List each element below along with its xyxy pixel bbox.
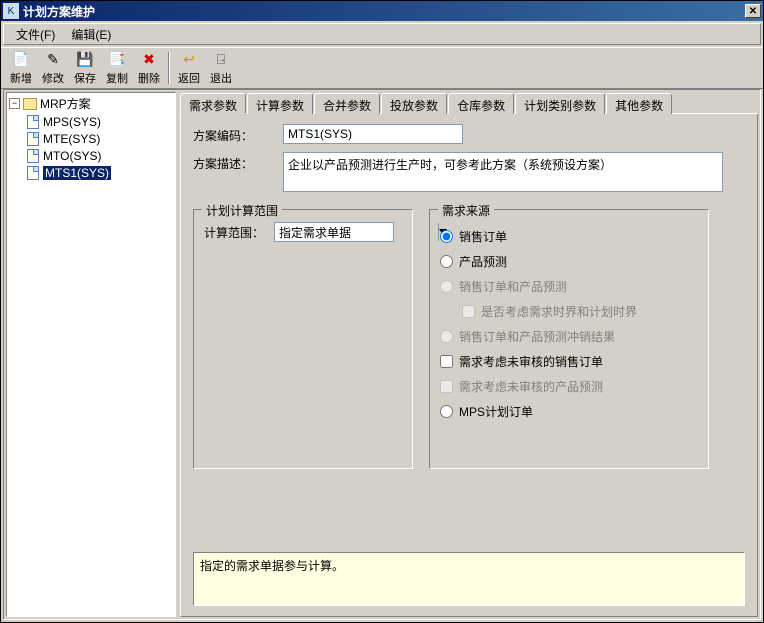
new-icon: 📄 [12, 51, 30, 69]
tree-children: MPS(SYS) MTE(SYS) MTO(SYS) MTS1(SYS) [27, 114, 173, 181]
toolbar-new[interactable]: 📄 新增 [5, 49, 37, 87]
tab-strip: 需求参数 计算参数 合并参数 投放参数 仓库参数 计划类别参数 其他参数 [180, 92, 758, 114]
toolbar-modify[interactable]: ✎ 修改 [37, 49, 69, 87]
menu-file[interactable]: 文件(F) [8, 24, 63, 45]
group-calc-range: 计划计算范围 计算范围： [193, 209, 413, 469]
exit-icon: ⍈ [212, 51, 230, 69]
row-code: 方案编码： [193, 124, 745, 144]
desc-label: 方案描述： [193, 152, 283, 172]
file-icon [27, 166, 39, 180]
toolbar: 📄 新增 ✎ 修改 💾 保存 📑 复制 ✖ 删除 ↩ 返回 ⍈ 退出 [1, 47, 763, 89]
check-unapproved-sales[interactable]: 需求考虑未审核的销售订单 [440, 353, 698, 370]
toolbar-exit[interactable]: ⍈ 退出 [205, 49, 237, 87]
tab-release[interactable]: 投放参数 [381, 93, 447, 114]
tab-calc[interactable]: 计算参数 [247, 93, 313, 114]
range-combo-input[interactable] [275, 223, 438, 241]
group-calc-range-legend: 计划计算范围 [202, 202, 282, 219]
folder-icon [23, 98, 37, 110]
file-icon [27, 115, 39, 129]
menu-edit[interactable]: 编辑(E) [63, 24, 119, 45]
toolbar-back[interactable]: ↩ 返回 [173, 49, 205, 87]
radio-both: 销售订单和产品预测 [440, 278, 698, 295]
main-window: K 计划方案维护 ✕ 文件(F) 编辑(E) 📄 新增 ✎ 修改 💾 保存 📑 … [0, 0, 764, 623]
delete-icon: ✖ [140, 51, 158, 69]
code-input[interactable] [283, 124, 463, 144]
check-time-fence: 是否考虑需求时界和计划时界 [462, 303, 698, 320]
desc-textarea[interactable] [283, 152, 723, 192]
tab-other[interactable]: 其他参数 [606, 93, 672, 114]
tab-demand[interactable]: 需求参数 [180, 93, 246, 114]
tree-item-mps[interactable]: MPS(SYS) [27, 114, 173, 130]
radio-sales-order[interactable]: 销售订单 [440, 228, 698, 245]
group-demand-source: 需求来源 销售订单 产品预测 销售订单和产品预测 [429, 209, 709, 469]
code-label: 方案编码： [193, 124, 283, 144]
file-icon [27, 149, 39, 163]
radio-forecast-input[interactable] [440, 255, 453, 268]
radio-net-result: 销售订单和产品预测冲销结果 [440, 328, 698, 345]
check-unapproved-forecast: 需求考虑未审核的产品预测 [440, 378, 698, 395]
range-combo[interactable] [274, 222, 394, 242]
check-unapproved-forecast-input [440, 380, 453, 393]
tree-root[interactable]: − MRP方案 [9, 95, 173, 112]
menu-bar: 文件(F) 编辑(E) [3, 23, 761, 45]
help-text: 指定的需求单据参与计算。 [200, 559, 344, 573]
tree-item-mto[interactable]: MTO(SYS) [27, 148, 173, 164]
radio-mps-order-input[interactable] [440, 405, 453, 418]
tree-root-label[interactable]: MRP方案 [40, 95, 91, 112]
app-icon: K [3, 3, 19, 19]
spacer [193, 469, 745, 552]
toolbar-delete[interactable]: ✖ 删除 [133, 49, 165, 87]
tab-merge[interactable]: 合并参数 [314, 93, 380, 114]
row-desc: 方案描述： [193, 152, 745, 195]
tree-item-mts1[interactable]: MTS1(SYS) [27, 165, 173, 181]
tree-panel: − MRP方案 MPS(SYS) MTE(SYS) MTO(SYS) [6, 92, 176, 617]
tab-warehouse[interactable]: 仓库参数 [448, 93, 514, 114]
groupboxes: 计划计算范围 计算范围： 需求来源 [193, 209, 745, 469]
back-icon: ↩ [180, 51, 198, 69]
range-label: 计算范围： [204, 224, 274, 241]
save-icon: 💾 [76, 51, 94, 69]
tab-content: 方案编码： 方案描述： 计划计算范围 计算范围： [180, 114, 758, 617]
modify-icon: ✎ [44, 51, 62, 69]
check-unapproved-sales-input[interactable] [440, 355, 453, 368]
toolbar-separator [168, 52, 170, 84]
tree-item-mte[interactable]: MTE(SYS) [27, 131, 173, 147]
help-text-box: 指定的需求单据参与计算。 [193, 552, 745, 606]
file-icon [27, 132, 39, 146]
toolbar-copy[interactable]: 📑 复制 [101, 49, 133, 87]
client-area: − MRP方案 MPS(SYS) MTE(SYS) MTO(SYS) [3, 89, 761, 620]
radio-both-input [440, 280, 453, 293]
radio-mps-order[interactable]: MPS计划订单 [440, 403, 698, 420]
tree-collapse-icon[interactable]: − [9, 98, 20, 109]
window-title: 计划方案维护 [23, 3, 745, 20]
close-button[interactable]: ✕ [745, 4, 761, 18]
copy-icon: 📑 [108, 51, 126, 69]
radio-forecast[interactable]: 产品预测 [440, 253, 698, 270]
toolbar-save[interactable]: 💾 保存 [69, 49, 101, 87]
radio-sales-order-input[interactable] [440, 230, 453, 243]
combo-row-range: 计算范围： [204, 222, 402, 242]
check-time-fence-input [462, 305, 475, 318]
tab-plan-type[interactable]: 计划类别参数 [515, 93, 605, 114]
radio-net-result-input [440, 330, 453, 343]
title-bar: K 计划方案维护 ✕ [1, 1, 763, 21]
main-panel: 需求参数 计算参数 合并参数 投放参数 仓库参数 计划类别参数 其他参数 方案编… [180, 92, 758, 617]
group-demand-source-legend: 需求来源 [438, 202, 494, 219]
